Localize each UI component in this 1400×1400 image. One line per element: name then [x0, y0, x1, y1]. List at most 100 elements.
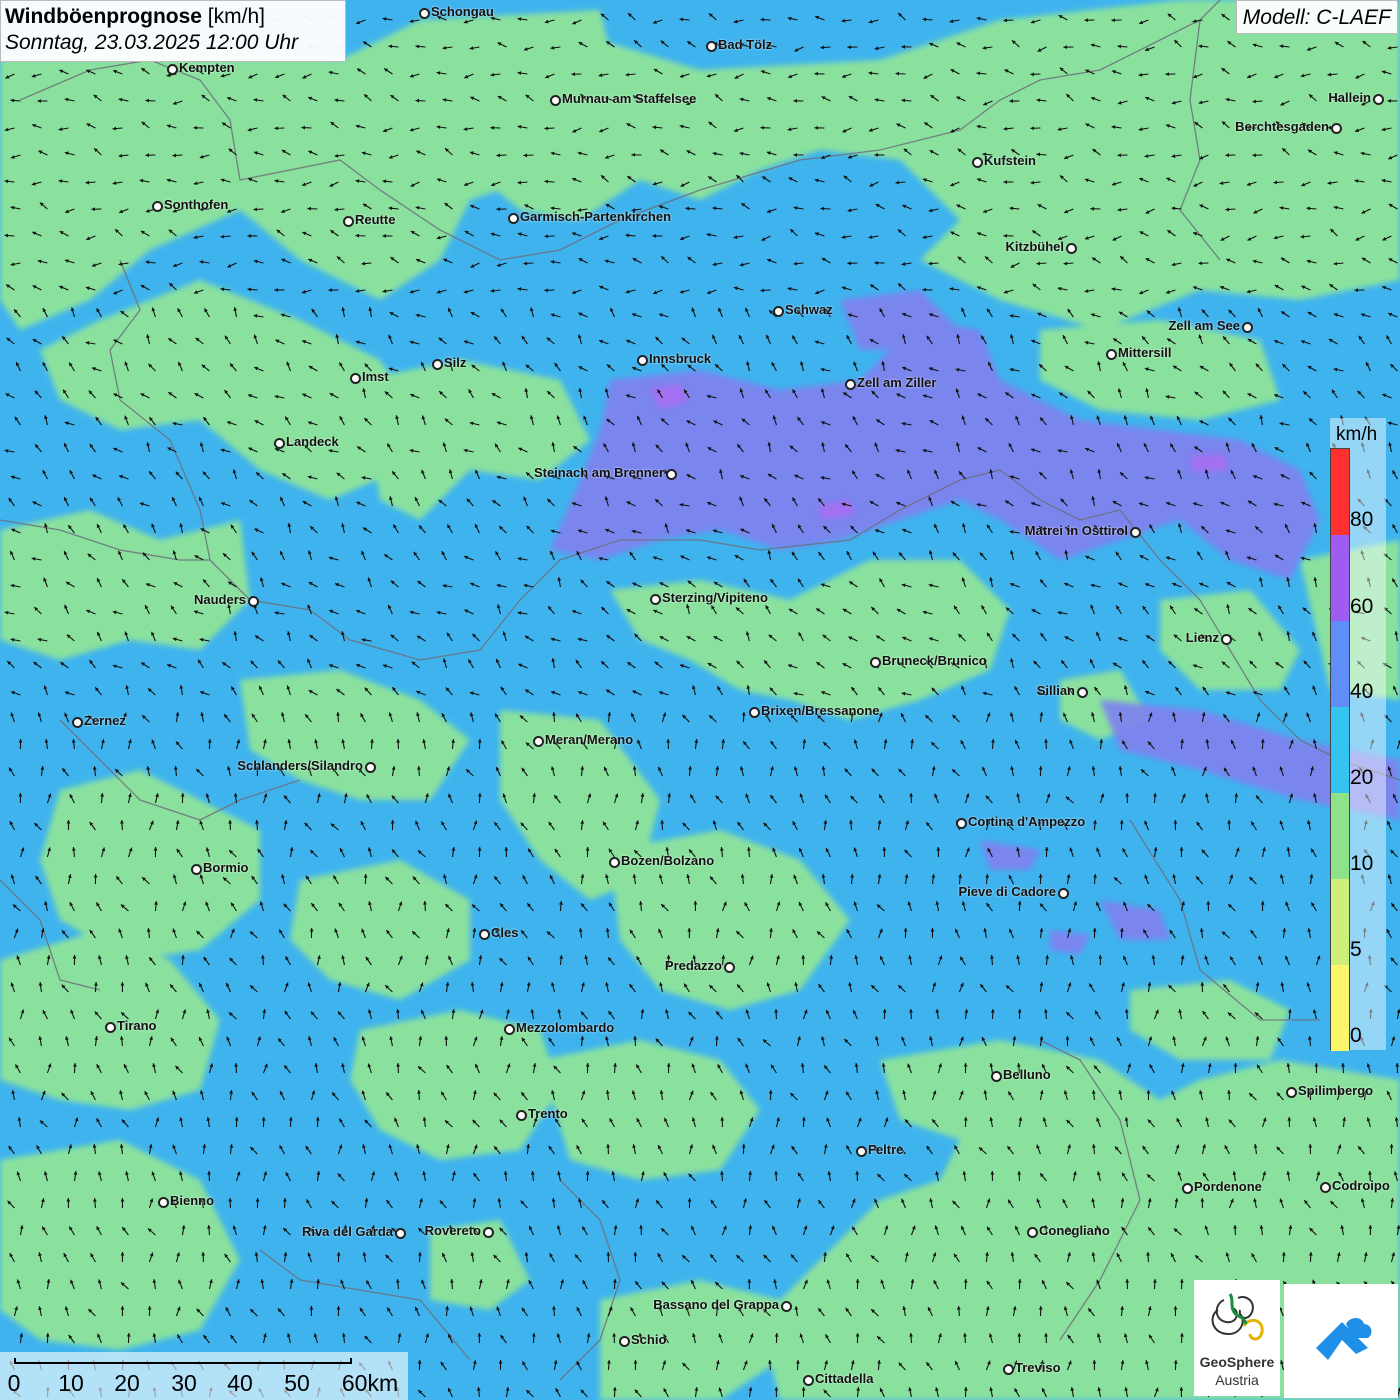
- wind-arrow: [38, 150, 48, 156]
- wind-arrow: [1385, 335, 1392, 345]
- wind-arrow: [1063, 208, 1074, 214]
- wind-arrow: [388, 154, 399, 159]
- wind-arrow: [446, 524, 453, 534]
- wind-arrow: [262, 1009, 267, 1020]
- city-marker: [343, 216, 354, 227]
- wind-arrow: [631, 529, 642, 534]
- city-marker: [1106, 349, 1117, 360]
- wind-arrow: [1084, 18, 1095, 23]
- wind-arrow: [221, 122, 231, 129]
- wind-arrow: [768, 634, 777, 642]
- wind-arrow: [148, 820, 154, 831]
- wind-arrow: [1014, 685, 1020, 696]
- wind-arrow: [179, 685, 184, 696]
- wind-arrow: [395, 1278, 400, 1290]
- wind-arrow: [688, 1173, 696, 1182]
- wind-arrow: [552, 711, 556, 723]
- wind-arrow: [1179, 1278, 1184, 1290]
- wind-arrow: [1091, 257, 1101, 264]
- wind-arrow: [708, 12, 717, 21]
- wind-arrow: [120, 1305, 125, 1317]
- wind-arrow: [1167, 984, 1176, 993]
- wind-arrow: [841, 18, 852, 23]
- wind-arrow: [201, 364, 210, 372]
- wind-arrow: [1381, 127, 1392, 132]
- wind-arrow: [16, 1171, 21, 1182]
- wind-arrow: [1387, 421, 1398, 426]
- wind-arrow: [1039, 1090, 1044, 1101]
- wind-arrow: [1069, 847, 1074, 858]
- wind-arrow: [1009, 530, 1020, 534]
- wind-arrow: [470, 1252, 475, 1263]
- wind-arrow: [571, 177, 582, 183]
- wind-arrow: [1012, 1036, 1017, 1047]
- wind-arrow: [1165, 72, 1176, 77]
- wind-arrow: [1273, 339, 1284, 345]
- wind-arrow: [1153, 1387, 1159, 1398]
- wind-arrow: [1173, 1359, 1178, 1371]
- wind-arrow: [1395, 1062, 1400, 1074]
- wind-arrow: [1273, 394, 1284, 399]
- wind-arrow: [714, 1035, 719, 1047]
- wind-arrow: [493, 1092, 501, 1101]
- wind-arrow: [788, 176, 798, 183]
- wind-arrow: [307, 96, 318, 102]
- wind-arrow: [681, 1362, 690, 1371]
- wind-arrow: [663, 1387, 669, 1398]
- wind-arrow: [787, 287, 798, 291]
- wind-arrow: [490, 232, 501, 237]
- wind-arrow: [656, 389, 663, 399]
- wind-arrow: [1003, 126, 1014, 131]
- wind-arrow: [679, 73, 690, 78]
- wind-arrow: [409, 289, 420, 294]
- wind-arrow: [36, 1144, 42, 1155]
- wind-arrow: [470, 582, 480, 588]
- wind-arrow: [1259, 577, 1263, 588]
- wind-arrow: [680, 555, 690, 561]
- wind-arrow: [6, 337, 15, 345]
- wind-arrow: [1306, 442, 1311, 453]
- wind-arrow: [526, 902, 534, 912]
- wind-arrow: [1229, 362, 1236, 372]
- wind-arrow: [253, 98, 264, 102]
- wind-arrow: [313, 1333, 318, 1344]
- wind-arrow: [1248, 607, 1257, 615]
- wind-arrow: [1201, 849, 1209, 858]
- wind-arrow: [1088, 983, 1095, 993]
- wind-arrow: [1388, 257, 1398, 264]
- wind-arrow: [577, 529, 588, 534]
- wind-arrow: [524, 388, 529, 399]
- wind-arrow: [823, 1389, 831, 1398]
- wind-arrow: [260, 1279, 265, 1290]
- wind-arrow: [1308, 1227, 1317, 1236]
- wind-arrow: [1392, 793, 1398, 804]
- wind-arrow: [630, 712, 636, 723]
- wind-arrow: [962, 1171, 967, 1182]
- wind-arrow: [139, 178, 150, 183]
- wind-arrow: [1174, 686, 1182, 696]
- wind-arrow: [42, 307, 48, 318]
- wind-arrow: [963, 1332, 967, 1344]
- wind-arrow: [362, 527, 372, 534]
- wind-arrow: [1261, 1171, 1267, 1182]
- wind-arrow: [1066, 766, 1071, 777]
- wind-arrow: [470, 311, 480, 318]
- wind-arrow: [1017, 1170, 1022, 1182]
- wind-arrow: [708, 984, 717, 993]
- wind-arrow: [820, 367, 831, 372]
- wind-arrow: [956, 1305, 961, 1317]
- wind-arrow: [660, 903, 669, 912]
- wind-arrow: [472, 633, 480, 642]
- wind-arrow: [1144, 367, 1155, 372]
- wind-arrow: [31, 123, 42, 129]
- logo-line2: Austria: [1215, 1372, 1259, 1388]
- legend-seg-5: [1331, 879, 1349, 965]
- wind-arrow: [548, 821, 555, 831]
- wind-arrow: [31, 181, 42, 186]
- wind-arrow: [315, 1116, 320, 1128]
- wind-arrow: [844, 443, 852, 453]
- wind-arrow: [524, 1252, 529, 1263]
- wind-arrow: [151, 739, 156, 750]
- wind-arrow: [800, 361, 804, 372]
- wind-arrow: [876, 1173, 885, 1182]
